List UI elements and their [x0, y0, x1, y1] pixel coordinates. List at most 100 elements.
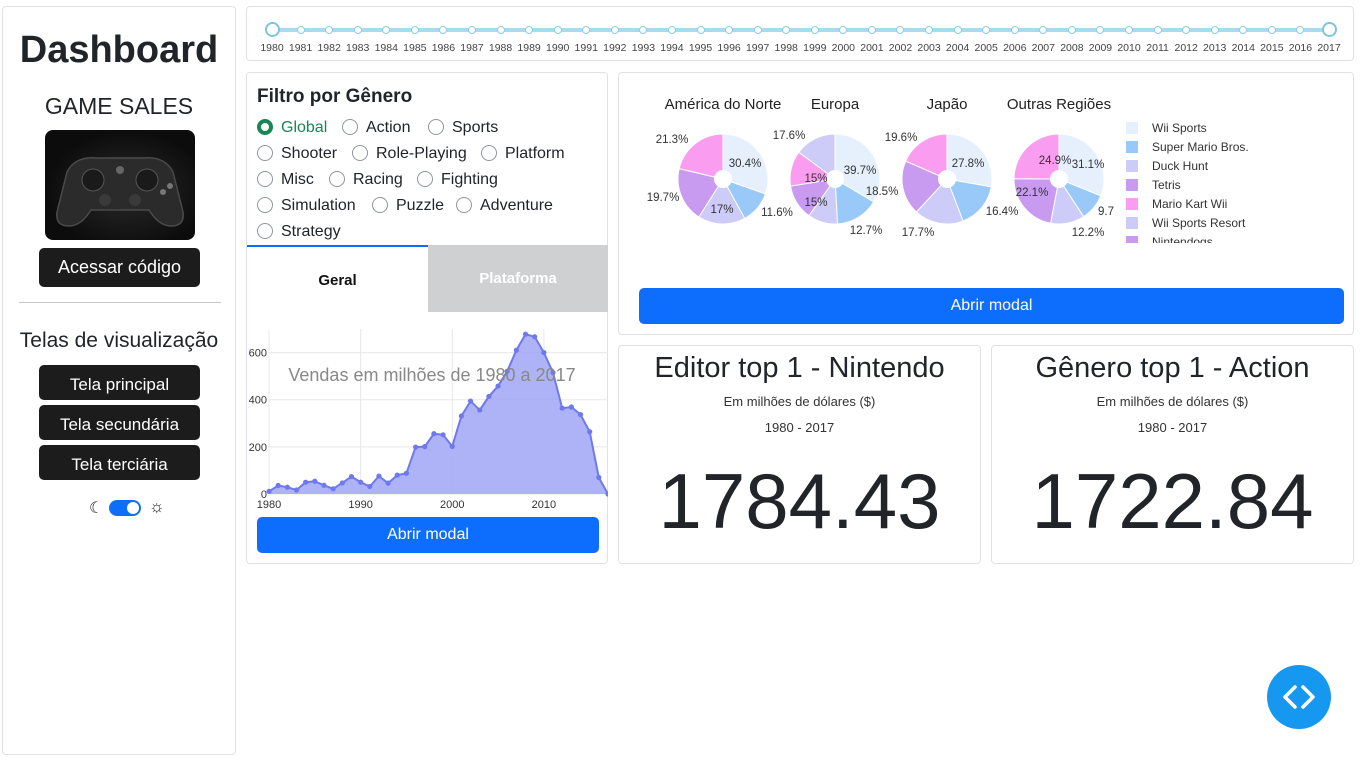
radio-racing[interactable]: Racing [329, 171, 403, 189]
tertiary-view-button[interactable]: Tela terciária [39, 445, 200, 480]
data-point[interactable] [321, 482, 327, 488]
data-point[interactable] [522, 331, 529, 337]
slider-tick[interactable] [810, 26, 819, 34]
slider-track[interactable] [272, 28, 1329, 32]
radio-platform[interactable]: Platform [481, 145, 565, 163]
data-point[interactable] [275, 482, 281, 489]
slider-tick[interactable] [410, 26, 419, 34]
slider-tick[interactable] [439, 26, 448, 34]
source-code-button[interactable] [1267, 665, 1331, 729]
data-point[interactable] [412, 444, 419, 450]
slider-tick[interactable] [467, 26, 476, 34]
legend-item[interactable]: Wii Sports Resort [1126, 216, 1245, 235]
slider-tick[interactable] [925, 26, 934, 34]
slider-tick[interactable] [1210, 26, 1219, 34]
slider-tick[interactable] [1182, 26, 1191, 34]
slider-tick[interactable] [1039, 26, 1048, 34]
data-point[interactable] [293, 487, 300, 493]
data-point[interactable] [312, 478, 318, 484]
data-point[interactable] [541, 349, 547, 356]
slider-tick[interactable] [839, 26, 848, 34]
radio-role-playing[interactable]: Role-Playing [352, 145, 467, 163]
data-point[interactable] [532, 334, 538, 340]
radio-puzzle[interactable]: Puzzle [372, 197, 444, 215]
data-point[interactable] [449, 443, 455, 449]
data-point[interactable] [330, 486, 336, 492]
slider-handle-end[interactable] [1322, 22, 1337, 37]
slider-tick[interactable] [296, 26, 305, 34]
slider-tick[interactable] [353, 26, 362, 34]
slider-tick[interactable] [1153, 26, 1162, 34]
data-point[interactable] [303, 479, 309, 485]
slider-tick[interactable] [1096, 26, 1105, 34]
slider-tick[interactable] [953, 26, 962, 34]
legend-item[interactable]: Super Mario Bros. [1126, 140, 1249, 159]
main-view-button[interactable]: Tela principal [39, 365, 200, 400]
slider-tick[interactable] [325, 26, 334, 34]
data-point[interactable] [486, 393, 492, 400]
radio-simulation[interactable]: Simulation [257, 197, 356, 215]
pie-slice[interactable] [1013, 178, 1060, 224]
data-point[interactable] [394, 472, 400, 478]
slider-tick[interactable] [1296, 26, 1305, 34]
slider-handle-start[interactable] [265, 22, 280, 37]
legend-item[interactable]: Wii Sports [1126, 121, 1207, 140]
slider-tick[interactable] [696, 26, 705, 34]
secondary-view-button[interactable]: Tela secundária [39, 405, 200, 440]
radio-global[interactable]: Global [257, 119, 327, 137]
legend-item[interactable]: Tetris [1126, 178, 1181, 197]
data-point[interactable] [431, 431, 437, 437]
data-point[interactable] [458, 413, 465, 419]
slider-tick[interactable] [582, 26, 591, 34]
theme-toggle[interactable] [109, 500, 141, 516]
data-point[interactable] [348, 473, 355, 480]
slider-tick[interactable] [667, 26, 676, 34]
genre-open-modal-button[interactable]: Abrir modal [257, 517, 599, 553]
radio-strategy[interactable]: Strategy [257, 223, 341, 241]
data-point[interactable] [587, 429, 593, 435]
slider-tick[interactable] [496, 26, 505, 34]
slider-tick[interactable] [553, 26, 562, 34]
data-point[interactable] [358, 479, 364, 485]
slider-tick[interactable] [1067, 26, 1076, 34]
radio-action[interactable]: Action [342, 119, 410, 137]
data-point[interactable] [467, 398, 474, 404]
data-point[interactable] [284, 484, 290, 490]
data-point[interactable] [440, 432, 446, 438]
data-point[interactable] [339, 480, 345, 486]
radio-misc[interactable]: Misc [257, 171, 314, 189]
data-point[interactable] [385, 480, 391, 486]
radio-shooter[interactable]: Shooter [257, 145, 337, 163]
data-point[interactable] [513, 347, 519, 353]
radio-sports[interactable]: Sports [428, 119, 498, 137]
data-point[interactable] [577, 411, 584, 418]
data-point[interactable] [422, 444, 428, 450]
slider-tick[interactable] [1010, 26, 1019, 34]
access-code-button[interactable]: Acessar código [39, 248, 200, 287]
slider-tick[interactable] [782, 26, 791, 34]
slider-tick[interactable] [982, 26, 991, 34]
data-point[interactable] [559, 405, 565, 411]
slider-tick[interactable] [382, 26, 391, 34]
data-point[interactable] [477, 407, 483, 413]
data-point[interactable] [376, 473, 382, 479]
slider-tick[interactable] [725, 26, 734, 34]
slider-tick[interactable] [1267, 26, 1276, 34]
slider-tick[interactable] [1239, 26, 1248, 34]
legend-item[interactable]: Nintendogs [1126, 235, 1213, 243]
slider-tick[interactable] [525, 26, 534, 34]
slider-tick[interactable] [896, 26, 905, 34]
tab-plataforma[interactable]: Plataforma [428, 245, 608, 312]
legend-item[interactable]: Duck Hunt [1126, 159, 1208, 178]
data-point[interactable] [596, 474, 602, 481]
slider-tick[interactable] [753, 26, 762, 34]
slider-tick[interactable] [639, 26, 648, 34]
data-point[interactable] [568, 404, 574, 410]
data-point[interactable] [367, 483, 373, 490]
data-point[interactable] [403, 470, 410, 476]
pies-open-modal-button[interactable]: Abrir modal [639, 288, 1344, 324]
slider-tick[interactable] [1125, 26, 1134, 34]
slider-tick[interactable] [610, 26, 619, 34]
data-point[interactable] [266, 488, 272, 495]
radio-fighting[interactable]: Fighting [417, 171, 498, 189]
